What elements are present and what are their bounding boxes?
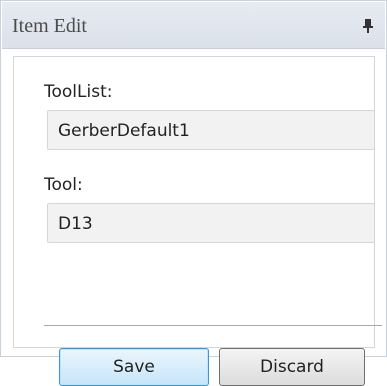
save-button[interactable]: Save <box>59 348 209 386</box>
toollist-field: GerberDefault1 <box>47 110 375 150</box>
tool-label: Tool: <box>44 175 83 195</box>
panel-title: Item Edit <box>12 15 87 37</box>
pin-icon[interactable] <box>361 18 375 34</box>
toollist-label: ToolList: <box>44 82 113 102</box>
panel-title-bar: Item Edit <box>2 2 385 49</box>
form-divider <box>44 325 382 326</box>
discard-button[interactable]: Discard <box>219 348 365 386</box>
panel-content: ToolList: GerberDefault1 Tool: D13 Save … <box>13 56 382 386</box>
tool-field: D13 <box>47 203 375 243</box>
item-edit-panel: Item Edit ToolList: GerberDefault1 Tool:… <box>0 0 387 386</box>
toollist-value: GerberDefault1 <box>58 121 190 141</box>
tool-value: D13 <box>58 214 93 234</box>
